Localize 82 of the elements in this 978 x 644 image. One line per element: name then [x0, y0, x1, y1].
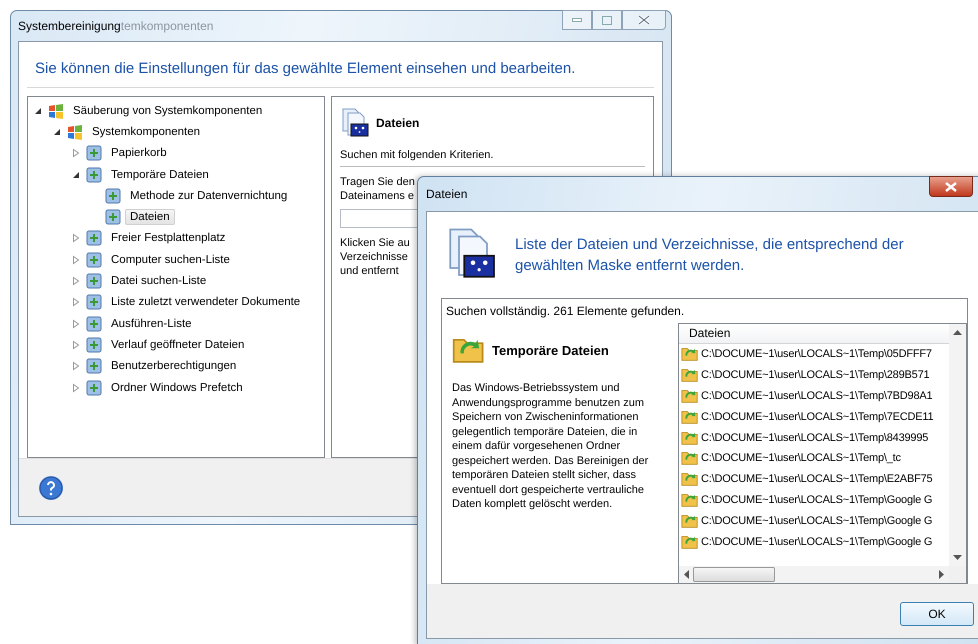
windows-flag-icon — [66, 122, 84, 141]
collapsed-arrow-icon[interactable] — [70, 232, 82, 244]
file-path[interactable]: C:\DOCUME~1\user\LOCALS~1\Temp\289B571 — [701, 369, 930, 382]
collapsed-arrow-icon[interactable] — [70, 318, 82, 330]
dialog-heading: Liste der Dateien und Verzeichnisse, die entsprechend der gewählten Maske entfernt werden. — [515, 235, 905, 276]
close-icon — [945, 182, 957, 192]
collapsed-arrow-icon[interactable] — [70, 360, 82, 372]
hint-text: Dateinamens e — [340, 189, 414, 203]
file-path[interactable]: C:\DOCUME~1\user\LOCALS~1\Temp\05DFFF7 — [701, 348, 932, 360]
status-text: Suchen vollständig. 261 Elemente gefunden. — [445, 303, 686, 320]
scroll-up-arrow-icon[interactable] — [953, 329, 962, 335]
tree-item[interactable]: Systemkomponenten — [87, 124, 206, 140]
folder-icon — [681, 366, 699, 384]
vertical-scrollbar[interactable] — [949, 324, 966, 566]
tree-item[interactable]: Temporäre Dateien — [106, 166, 214, 183]
window-title: Systembereinigung — [18, 19, 121, 33]
program-icon — [104, 186, 122, 205]
file-path[interactable]: C:\DOCUME~1\user\LOCALS~1\Temp\Google G — [701, 494, 932, 506]
program-icon — [85, 314, 103, 333]
category-title: Temporäre Dateien — [492, 342, 609, 358]
help-icon[interactable] — [39, 476, 63, 500]
folder-icon — [681, 470, 699, 488]
maximize-button[interactable] — [592, 10, 622, 30]
dialog-title: Dateien — [426, 187, 468, 201]
scroll-down-arrow-icon[interactable] — [953, 555, 962, 561]
collapsed-arrow-icon[interactable] — [70, 296, 82, 308]
program-icon — [85, 293, 103, 312]
tree-item[interactable]: Datei suchen-Liste — [106, 273, 212, 290]
note-text: und entfernt — [340, 264, 399, 278]
tree-item[interactable]: Verlauf geöffneter Dateien — [106, 336, 250, 353]
scroll-left-arrow-icon[interactable] — [683, 570, 689, 579]
program-icon — [85, 166, 103, 184]
tree-item[interactable]: Dateien — [125, 209, 175, 226]
file-path[interactable]: C:\DOCUME~1\user\LOCALS~1\Temp\Google G — [701, 514, 932, 527]
scroll-right-arrow-icon[interactable] — [939, 570, 945, 579]
file-path[interactable]: C:\DOCUME~1\user\LOCALS~1\Temp\_tc — [701, 452, 901, 464]
minimize-button[interactable] — [562, 10, 592, 30]
collapsed-arrow-icon[interactable] — [70, 147, 82, 160]
program-icon — [85, 336, 103, 354]
maximize-icon — [602, 16, 612, 24]
collapsed-arrow-icon[interactable] — [70, 254, 82, 266]
program-icon — [85, 272, 103, 290]
collapsed-arrow-icon[interactable] — [70, 382, 82, 394]
file-path[interactable]: C:\DOCUME~1\user\LOCALS~1\Temp\Google G — [701, 536, 932, 548]
tree-item[interactable]: Benutzerberechtigungen — [106, 358, 242, 374]
ok-button[interactable]: OK — [900, 602, 974, 626]
hint-text: Tragen Sie den — [340, 175, 415, 189]
close-button[interactable] — [929, 176, 973, 197]
file-path[interactable]: C:\DOCUME~1\user\LOCALS~1\Temp\8439995 — [701, 432, 928, 444]
program-icon — [85, 144, 103, 162]
scrollbar-thumb[interactable] — [693, 567, 775, 582]
program-icon — [85, 378, 103, 396]
file-path[interactable]: C:\DOCUME~1\user\LOCALS~1\Temp\E2ABF75 — [701, 473, 932, 486]
tree-item[interactable]: Computer suchen-Liste — [106, 252, 235, 268]
page-heading: Sie können die Einstellungen für das gewählte Element einsehen und bearbeiten. — [27, 42, 654, 88]
note-text: Klicken Sie au — [340, 236, 410, 250]
tree-item[interactable]: Ordner Windows Prefetch — [106, 380, 248, 396]
note-text: Verzeichnisse — [340, 250, 408, 264]
detail-title: Dateien — [376, 116, 420, 130]
category-description: Das Windows-Betriebssystem und Anwendungsprogramme benutzen zum Speichern von Zwischeninformationen gelegentlich temporäre Dateien, die in einem dafür vorgesehenen Ordner gespeichert werden. Das Bereinigen der temporären Dateien stellt sicher, dass eventuell dort gespeicherte vertrauliche Daten komplett gelöscht werden. — [452, 381, 650, 512]
folder-icon — [681, 345, 699, 364]
tree-item[interactable]: Säuberung von Systemkomponenten — [68, 102, 268, 119]
minimize-icon — [572, 18, 582, 22]
program-icon — [85, 250, 103, 269]
windows-flag-icon — [47, 102, 65, 120]
file-path[interactable]: C:\DOCUME~1\user\LOCALS~1\Temp\7ECDE11 — [701, 410, 934, 423]
collapsed-arrow-icon[interactable] — [70, 275, 82, 288]
file-path[interactable]: C:\DOCUME~1\user\LOCALS~1\Temp\7BD98A1 — [701, 390, 932, 402]
tree-item[interactable]: Ausführen-Liste — [106, 316, 197, 332]
horizontal-scrollbar[interactable] — [679, 566, 949, 583]
close-icon — [638, 15, 650, 25]
program-icon — [85, 229, 103, 248]
folder-icon — [681, 449, 699, 468]
tree-item[interactable]: Methode zur Datenvernichtung — [125, 188, 292, 204]
tree-item[interactable]: Liste zuletzt verwendeter Dokumente — [106, 294, 306, 310]
faded-title-text: temkomponenten — [120, 19, 214, 33]
tree-item[interactable]: Papierkorb — [106, 145, 172, 162]
criteria-text: Suchen mit folgenden Kriterien. — [340, 149, 494, 161]
collapsed-arrow-icon[interactable] — [70, 338, 82, 351]
tree-item[interactable]: Freier Festplattenplatz — [106, 230, 230, 246]
program-icon — [85, 357, 103, 376]
program-icon — [104, 208, 122, 226]
